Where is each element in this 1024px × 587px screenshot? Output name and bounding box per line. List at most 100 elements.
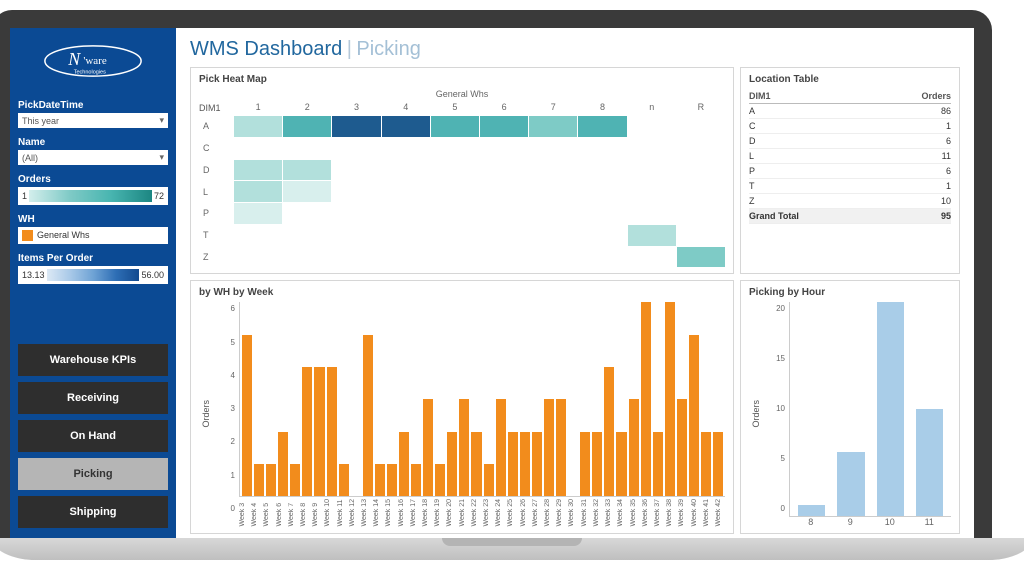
heatmap-cell[interactable] xyxy=(332,138,380,159)
heatmap-cell[interactable] xyxy=(382,116,430,137)
bar[interactable] xyxy=(290,464,300,496)
bar[interactable] xyxy=(916,409,943,516)
heatmap-cell[interactable] xyxy=(283,225,331,246)
heatmap-cell[interactable] xyxy=(628,160,676,181)
heatmap-cell[interactable] xyxy=(431,203,479,224)
bar[interactable] xyxy=(798,505,825,516)
bar[interactable] xyxy=(677,399,687,496)
table-row[interactable]: D6 xyxy=(749,134,951,149)
heatmap-cell[interactable] xyxy=(677,116,725,137)
nav-on-hand[interactable]: On Hand xyxy=(18,420,168,452)
heatmap-cell[interactable] xyxy=(234,116,282,137)
bar[interactable] xyxy=(544,399,554,496)
heatmap-cell[interactable] xyxy=(578,160,626,181)
bar[interactable] xyxy=(387,464,397,496)
heatmap-cell[interactable] xyxy=(677,247,725,268)
heatmap-cell[interactable] xyxy=(283,160,331,181)
nav-shipping[interactable]: Shipping xyxy=(18,496,168,528)
heatmap-cell[interactable] xyxy=(431,160,479,181)
bar[interactable] xyxy=(604,367,614,496)
wh-week-bars[interactable] xyxy=(239,302,725,497)
table-row[interactable]: Z10 xyxy=(749,194,951,209)
filter-name-select[interactable]: (All) ▾ xyxy=(18,150,168,165)
bar[interactable] xyxy=(471,432,481,497)
heatmap-cell[interactable] xyxy=(677,138,725,159)
heatmap-cell[interactable] xyxy=(529,225,577,246)
heatmap-cell[interactable] xyxy=(431,225,479,246)
heatmap-cell[interactable] xyxy=(332,160,380,181)
heatmap-cell[interactable] xyxy=(332,116,380,137)
bar[interactable] xyxy=(837,452,864,516)
heatmap-cell[interactable] xyxy=(431,138,479,159)
bar[interactable] xyxy=(399,432,409,497)
table-row[interactable]: C1 xyxy=(749,119,951,134)
table-row[interactable]: A86 xyxy=(749,104,951,119)
heatmap-cell[interactable] xyxy=(578,247,626,268)
heatmap-cell[interactable] xyxy=(578,138,626,159)
heatmap-cell[interactable] xyxy=(677,181,725,202)
table-row[interactable]: T1 xyxy=(749,179,951,194)
bar[interactable] xyxy=(556,399,566,496)
bar[interactable] xyxy=(713,432,723,497)
heatmap-cell[interactable] xyxy=(480,247,528,268)
bar[interactable] xyxy=(266,464,276,496)
heatmap-cell[interactable] xyxy=(529,247,577,268)
heatmap-cell[interactable] xyxy=(628,116,676,137)
bar[interactable] xyxy=(375,464,385,496)
heatmap-cell[interactable] xyxy=(480,181,528,202)
heatmap-cell[interactable] xyxy=(332,247,380,268)
heatmap-cell[interactable] xyxy=(382,225,430,246)
bar[interactable] xyxy=(641,302,651,496)
bar[interactable] xyxy=(327,367,337,496)
heatmap-grid[interactable]: DIM112345678nRACDLPTZ xyxy=(199,99,725,267)
bar[interactable] xyxy=(616,432,626,497)
heatmap-cell[interactable] xyxy=(578,181,626,202)
bar[interactable] xyxy=(653,432,663,497)
bar[interactable] xyxy=(689,335,699,497)
heatmap-cell[interactable] xyxy=(529,181,577,202)
bar[interactable] xyxy=(254,464,264,496)
heatmap-cell[interactable] xyxy=(431,116,479,137)
heatmap-cell[interactable] xyxy=(332,181,380,202)
heatmap-cell[interactable] xyxy=(234,203,282,224)
bar[interactable] xyxy=(314,367,324,496)
table-row[interactable]: L11 xyxy=(749,149,951,164)
heatmap-cell[interactable] xyxy=(382,138,430,159)
heatmap-cell[interactable] xyxy=(677,225,725,246)
heatmap-cell[interactable] xyxy=(431,181,479,202)
bar[interactable] xyxy=(532,432,542,497)
heatmap-cell[interactable] xyxy=(677,203,725,224)
heatmap-cell[interactable] xyxy=(332,203,380,224)
heatmap-cell[interactable] xyxy=(480,203,528,224)
heatmap-cell[interactable] xyxy=(480,138,528,159)
heatmap-cell[interactable] xyxy=(628,138,676,159)
bar[interactable] xyxy=(459,399,469,496)
nav-warehouse-kpis[interactable]: Warehouse KPIs xyxy=(18,344,168,376)
bar[interactable] xyxy=(411,464,421,496)
bar[interactable] xyxy=(447,432,457,497)
nav-receiving[interactable]: Receiving xyxy=(18,382,168,414)
heatmap-cell[interactable] xyxy=(529,116,577,137)
heatmap-cell[interactable] xyxy=(628,203,676,224)
heatmap-cell[interactable] xyxy=(283,203,331,224)
bar[interactable] xyxy=(520,432,530,497)
nav-picking[interactable]: Picking xyxy=(18,458,168,490)
heatmap-cell[interactable] xyxy=(332,225,380,246)
bar[interactable] xyxy=(278,432,288,497)
heatmap-cell[interactable] xyxy=(628,247,676,268)
heatmap-cell[interactable] xyxy=(480,225,528,246)
heatmap-cell[interactable] xyxy=(234,247,282,268)
bar[interactable] xyxy=(877,302,904,516)
heatmap-cell[interactable] xyxy=(283,116,331,137)
heatmap-cell[interactable] xyxy=(382,203,430,224)
heatmap-cell[interactable] xyxy=(431,247,479,268)
heatmap-cell[interactable] xyxy=(480,160,528,181)
bar[interactable] xyxy=(435,464,445,496)
heatmap-cell[interactable] xyxy=(529,203,577,224)
heatmap-cell[interactable] xyxy=(234,160,282,181)
bar[interactable] xyxy=(629,399,639,496)
heatmap-cell[interactable] xyxy=(677,160,725,181)
heatmap-cell[interactable] xyxy=(382,181,430,202)
bar[interactable] xyxy=(508,432,518,497)
heatmap-cell[interactable] xyxy=(628,225,676,246)
